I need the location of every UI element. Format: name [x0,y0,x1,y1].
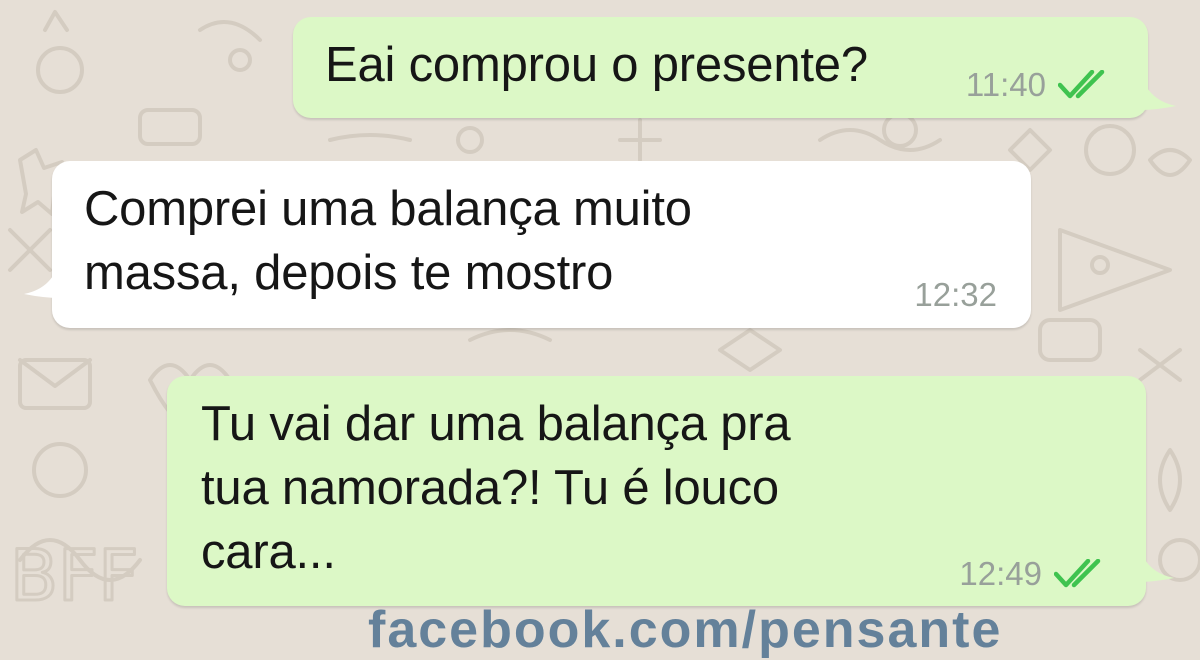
message-time: 11:40 [965,66,1046,103]
message-text: Eai comprou o presente? [325,38,868,92]
outgoing-message-bubble[interactable]: Eai comprou o presente? 11:40 [293,17,1148,118]
svg-text:BFF: BFF [10,535,139,617]
outgoing-bubble-tail [1140,70,1176,110]
message-meta: 12:49 [959,542,1106,606]
message-text: Comprei uma balança muito massa, depois … [84,182,692,300]
outgoing-message-bubble[interactable]: Tu vai dar uma balança pra tua namorada?… [167,376,1146,606]
message-text: Tu vai dar uma balança pra tua namorada?… [201,397,791,579]
double-check-icon [1054,559,1106,589]
message-time: 12:32 [914,276,997,313]
message-meta: 11:40 [966,53,1110,117]
message-meta: 12:32 [914,263,997,327]
watermark-text: facebook.com/pensante [368,601,1003,659]
double-check-icon [1058,70,1110,100]
message-time: 12:49 [959,555,1042,592]
incoming-bubble-tail [24,258,60,298]
incoming-message-bubble[interactable]: Comprei uma balança muito massa, depois … [52,161,1031,328]
outgoing-bubble-tail [1138,542,1174,582]
